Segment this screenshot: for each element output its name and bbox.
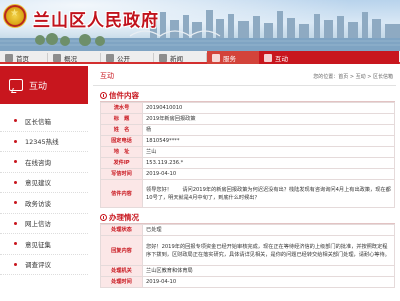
table-row: 处理时间 2019-04-10 (100, 276, 395, 288)
site-banner: ★ 兰山区人民政府 (0, 0, 400, 51)
table-row: 固定电话 1810549**** (100, 135, 395, 147)
table-row: 回复内容 您好！2019年的回报专项资金已经开始审核完成，现在正在等待经济信的上级… (100, 235, 395, 266)
row-value: 2019-04-10 (142, 168, 395, 180)
table-row: 写信时间 2019-04-10 (100, 168, 395, 180)
nav-interact[interactable]: 互动 (259, 51, 399, 64)
row-value: 2019-04-10 (142, 276, 395, 288)
nav-service[interactable]: 服务 (207, 51, 259, 64)
sidebar-item-opinion-collection[interactable]: 意见征集 (0, 234, 88, 255)
sidebar-item-petition[interactable]: 网上信访 (0, 214, 88, 234)
sidebar-item-label: 区长信箱 (25, 117, 51, 126)
sidebar-item-suggestions[interactable]: 意见建议 (0, 173, 88, 193)
row-value: 兰山 (142, 146, 395, 158)
row-label: 处理状态 (100, 224, 143, 236)
interact-icon (264, 53, 272, 62)
reply-section-title: 办理情况 (100, 211, 395, 224)
info-icon (100, 213, 107, 221)
row-value: 2019年新房回报政策 (142, 113, 395, 125)
row-value: 已处理 (142, 224, 395, 236)
row-value: 153.119.236.* (142, 157, 395, 169)
nav-public[interactable]: 公开 (101, 51, 153, 64)
row-value: 杨 (142, 124, 395, 136)
sidebar-list: 区长信箱 12345热线 在线咨询 意见建议 政务访谈 网上信访 意见征集 调查… (0, 111, 88, 275)
row-value: 您好！2019年的回报专项资金已经开始审核完成，现在正在等待经济信的上级部门的批… (142, 235, 395, 266)
nav-home[interactable]: 首页 (0, 51, 47, 64)
sidebar-item-online-consult[interactable]: 在线咨询 (0, 152, 88, 173)
sidebar-item-label: 意见征集 (25, 240, 51, 249)
row-label: 发件IP (100, 157, 143, 169)
row-label: 写信时间 (100, 168, 143, 180)
news-icon (159, 53, 167, 62)
row-label: 标 题 (100, 113, 143, 125)
table-row: 处理机关 兰山区教育和体育局 (100, 265, 395, 277)
nav-interact-label: 互动 (275, 54, 288, 63)
table-row: 地 址兰山 (100, 146, 395, 158)
table-row: 姓 名杨 (100, 124, 395, 136)
page-title: 互动 (100, 72, 114, 80)
reply-section-label: 办理情况 (109, 212, 139, 222)
service-icon (212, 53, 220, 62)
sidebar-item-label: 12345热线 (25, 138, 59, 147)
site-title[interactable]: 兰山区人民政府 (33, 6, 159, 31)
row-label: 固定电话 (100, 135, 143, 147)
sidebar-item-label: 网上信访 (25, 220, 51, 229)
table-row: 标 题 2019年新房回报政策 (100, 113, 395, 125)
row-label: 处理时间 (100, 276, 143, 288)
home-icon (5, 53, 13, 62)
row-value: 20190410010 (142, 102, 395, 114)
letter-section-label: 信件内容 (109, 90, 139, 100)
main-content: 互动 您的位置：首页 > 互动 > 区长信箱 信件内容 流水号 201904100… (93, 66, 396, 301)
sidebar-item-survey[interactable]: 调查评议 (0, 255, 88, 275)
row-label: 处理机关 (100, 265, 143, 277)
row-value: 1810549**** (142, 135, 395, 147)
letter-section-title: 信件内容 (100, 89, 395, 102)
reply-table: 处理状态 已处理 回复内容 您好！2019年的回报专项资金已经开始审核完成，现在正在… (100, 224, 395, 288)
sidebar-title: 互动 (29, 81, 48, 92)
content-header: 互动 您的位置：首页 > 互动 > 区长信箱 (93, 66, 396, 86)
nav-home-label: 首页 (16, 54, 29, 63)
chat-bubble-icon (9, 79, 23, 91)
breadcrumb[interactable]: 您的位置：首页 > 互动 > 区长信箱 (313, 73, 393, 80)
row-value: 领导您好！ 请问2019年的新房回报政策为何迟迟没有出？栈陆发现有咨询询问4月上… (142, 179, 395, 208)
sidebar-item-label: 政务访谈 (25, 199, 51, 208)
sidebar: 互动 区长信箱 12345热线 在线咨询 意见建议 政务访谈 网上信访 意见征集… (0, 66, 88, 301)
sidebar-item-mayor-mailbox[interactable]: 区长信箱 (0, 111, 88, 132)
letter-table: 流水号 20190410010 标 题 2019年新房回报政策 姓 名杨 固定电话 1… (100, 102, 395, 208)
nav-news[interactable]: 新闻 (154, 51, 206, 64)
row-label: 姓 名 (100, 124, 143, 136)
sidebar-item-label: 调查评议 (25, 261, 51, 270)
sidebar-header: 互动 (0, 66, 88, 104)
row-label: 信件内容 (100, 179, 143, 208)
sidebar-item-interviews[interactable]: 政务访谈 (0, 193, 88, 214)
row-value: 兰山区教育和体育局 (142, 265, 395, 277)
sidebar-item-hotline[interactable]: 12345热线 (0, 132, 88, 152)
table-row: 发件IP 153.119.236.* (100, 157, 395, 169)
row-label: 流水号 (100, 102, 143, 114)
nav-service-label: 服务 (223, 54, 236, 63)
sidebar-item-label: 意见建议 (25, 179, 51, 188)
public-icon (106, 53, 114, 62)
row-label: 地 址 (100, 146, 143, 158)
table-row: 处理状态 已处理 (100, 224, 395, 236)
nav-news-label: 新闻 (170, 54, 183, 63)
nav-overview-label: 概况 (64, 54, 77, 63)
nav-public-label: 公开 (117, 54, 130, 63)
national-emblem-icon: ★ (3, 4, 27, 28)
info-icon (100, 91, 107, 99)
row-label: 回复内容 (100, 235, 143, 266)
table-row: 流水号 20190410010 (100, 102, 395, 114)
overview-icon (53, 53, 61, 62)
main-nav: 首页 概况 公开 新闻 服务 互动 (0, 51, 400, 64)
nav-overview[interactable]: 概况 (48, 51, 100, 64)
sidebar-item-label: 在线咨询 (25, 158, 51, 167)
table-row: 信件内容 领导您好！ 请问2019年的新房回报政策为何迟迟没有出？栈陆发现有咨询询… (100, 179, 395, 208)
